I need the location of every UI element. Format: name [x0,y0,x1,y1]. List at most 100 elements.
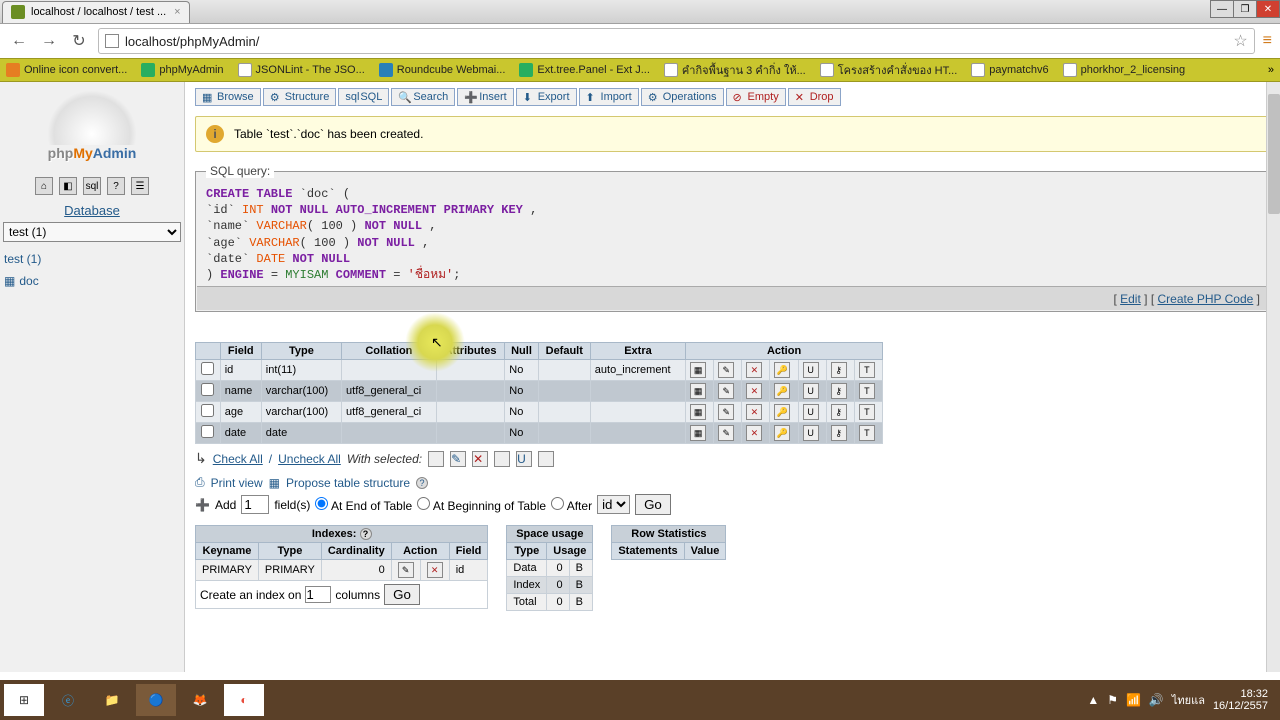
sel-browse-icon[interactable] [428,451,444,467]
tray-up-icon[interactable]: ▲ [1087,693,1099,707]
idx-edit-icon[interactable]: ✎ [398,562,414,578]
minimize-button[interactable]: — [1210,0,1234,18]
add-begin-radio[interactable]: At Beginning of Table [417,497,546,513]
bookmark-item[interactable]: คำกิจพื้นฐาน 3 คำกิ่ง ให้... [664,61,806,79]
tab-search[interactable]: 🔍Search [391,88,455,106]
drop-icon[interactable]: ✕ [746,383,762,399]
tree-table[interactable]: ▦ doc [4,274,180,288]
explorer-icon[interactable]: 📁 [92,684,132,716]
add-count-input[interactable] [241,495,269,514]
tab-import[interactable]: ⬆Import [579,88,639,106]
close-tab-icon[interactable]: × [174,6,180,18]
edit-icon[interactable]: ✎ [718,425,734,441]
browse-icon[interactable]: ▦ [690,425,706,441]
index-icon[interactable]: ⚷ [831,425,847,441]
sel-unique-icon[interactable]: U [516,451,532,467]
back-button[interactable]: ← [8,30,30,52]
print-view-link[interactable]: Print view [211,476,263,490]
bookmark-item[interactable]: paymatchv6 [971,63,1048,77]
primary-icon[interactable]: 🔑 [774,425,790,441]
primary-icon[interactable]: 🔑 [774,383,790,399]
fulltext-icon[interactable]: T [859,425,875,441]
uncheck-all-link[interactable]: Uncheck All [278,452,341,466]
sql-edit-link[interactable]: Edit [1120,292,1141,306]
fulltext-icon[interactable]: T [859,404,875,420]
tab-operations[interactable]: ⚙Operations [641,88,724,106]
edit-icon[interactable]: ✎ [718,383,734,399]
sql-php-link[interactable]: Create PHP Code [1157,292,1253,306]
home-icon[interactable]: ⌂ [35,177,53,195]
drop-icon[interactable]: ✕ [746,404,762,420]
primary-icon[interactable]: 🔑 [774,362,790,378]
unique-icon[interactable]: U [803,383,819,399]
start-button[interactable]: ⊞ [4,684,44,716]
drop-icon[interactable]: ✕ [746,362,762,378]
create-index-go-button[interactable]: Go [384,584,420,605]
tab-sql[interactable]: sqlSQL [338,88,389,106]
sel-primary-icon[interactable] [494,451,510,467]
index-icon[interactable]: ⚷ [831,362,847,378]
tab-structure[interactable]: ⚙Structure [263,88,337,106]
exit-icon[interactable]: ◧ [59,177,77,195]
unique-icon[interactable]: U [803,425,819,441]
browse-icon[interactable]: ▦ [690,404,706,420]
row-checkbox[interactable] [201,362,214,375]
sel-drop-icon[interactable]: ✕ [472,451,488,467]
bookmark-item[interactable]: โครงสร้างคำสั่งของ HT... [820,61,958,79]
add-go-button[interactable]: Go [635,494,671,515]
menu-icon[interactable]: ≡ [1263,32,1272,50]
tray-vol-icon[interactable]: 🔊 [1149,693,1164,707]
bookmark-star-icon[interactable]: ☆ [1233,31,1247,51]
tab-export[interactable]: ⬇Export [516,88,577,106]
forward-button[interactable]: → [38,30,60,52]
ie-icon[interactable]: ⓔ [48,684,88,716]
unique-icon[interactable]: U [803,404,819,420]
propose-structure-link[interactable]: Propose table structure [286,476,410,490]
app-icon[interactable]: ◐ [224,684,264,716]
reload-button[interactable]: ↻ [68,30,90,52]
primary-icon[interactable]: 🔑 [774,404,790,420]
bookmark-overflow-icon[interactable]: » [1268,64,1274,76]
add-after-radio[interactable]: After [551,497,592,513]
tab-insert[interactable]: ➕Insert [457,88,514,106]
edit-icon[interactable]: ✎ [718,362,734,378]
help-q-icon[interactable]: ? [416,477,428,489]
browse-icon[interactable]: ▦ [690,362,706,378]
close-window-button[interactable]: ✕ [1256,0,1280,18]
drop-icon[interactable]: ✕ [746,425,762,441]
fulltext-icon[interactable]: T [859,383,875,399]
bookmark-item[interactable]: Online icon convert... [6,63,127,77]
tray-flag-icon[interactable]: ⚑ [1107,693,1118,707]
bookmark-item[interactable]: Ext.tree.Panel - Ext J... [519,63,650,77]
sel-edit-icon[interactable]: ✎ [450,451,466,467]
sel-index-icon[interactable] [538,451,554,467]
maximize-button[interactable]: ❐ [1233,0,1257,18]
idx-help-icon[interactable]: ? [360,528,372,540]
tree-database[interactable]: test (1) [4,252,180,266]
bookmark-item[interactable]: phpMyAdmin [141,63,223,77]
tab-browse[interactable]: ▦Browse [195,88,261,106]
after-field-select[interactable]: id [597,495,630,514]
index-icon[interactable]: ⚷ [831,404,847,420]
add-end-radio[interactable]: At End of Table [315,497,412,513]
scrollbar[interactable] [1266,82,1280,672]
row-checkbox[interactable] [201,383,214,396]
check-all-link[interactable]: Check All [213,452,263,466]
index-icon[interactable]: ⚷ [831,383,847,399]
tray-net-icon[interactable]: 📶 [1126,693,1141,707]
browse-icon[interactable]: ▦ [690,383,706,399]
create-index-input[interactable] [305,586,331,603]
sql-icon[interactable]: sql [83,177,101,195]
bookmark-item[interactable]: Roundcube Webmai... [379,63,506,77]
help-icon[interactable]: ? [107,177,125,195]
chrome-icon[interactable]: 🔵 [136,684,176,716]
docs-icon[interactable]: ☰ [131,177,149,195]
row-checkbox[interactable] [201,425,214,438]
idx-drop-icon[interactable]: ✕ [427,562,443,578]
tab-empty[interactable]: ⊘Empty [726,88,786,106]
tab-drop[interactable]: ✕Drop [788,88,841,106]
fulltext-icon[interactable]: T [859,362,875,378]
bookmark-item[interactable]: phorkhor_2_licensing [1063,63,1186,77]
tray-lang[interactable]: ไทยแล [1172,691,1205,709]
bookmark-item[interactable]: JSONLint - The JSO... [238,63,365,77]
